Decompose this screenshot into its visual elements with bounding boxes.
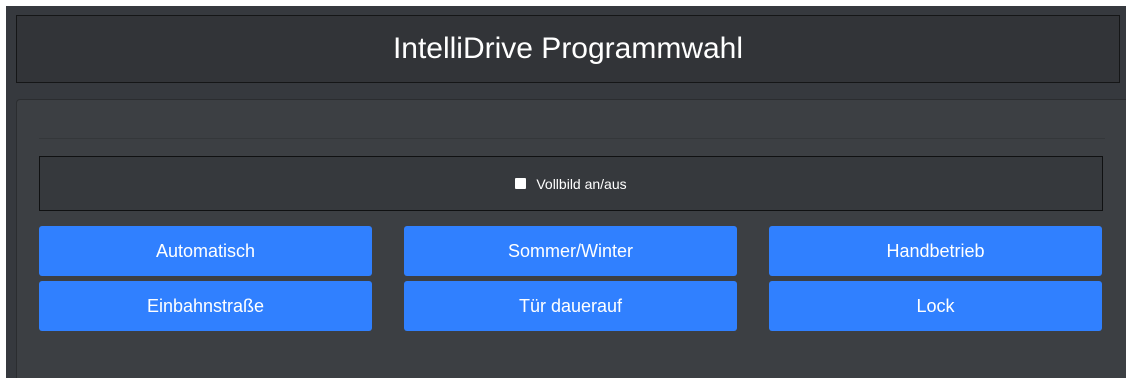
one-way-button[interactable]: Einbahnstraße [39, 281, 372, 331]
program-panel: Vollbild an/aus Automatisch Sommer/Winte… [16, 99, 1126, 378]
fullscreen-label: Vollbild an/aus [536, 175, 627, 192]
manual-mode-button[interactable]: Handbetrieb [769, 226, 1102, 276]
automatic-button[interactable]: Automatisch [39, 226, 372, 276]
fullscreen-toggle[interactable]: Vollbild an/aus [39, 156, 1103, 211]
lock-button[interactable]: Lock [769, 281, 1102, 331]
summer-winter-button[interactable]: Sommer/Winter [404, 226, 737, 276]
fullscreen-checkbox[interactable] [515, 178, 527, 189]
panel-divider [39, 138, 1105, 139]
page-title-bar: IntelliDrive Programmwahl [16, 15, 1120, 83]
page-title: IntelliDrive Programmwahl [392, 32, 744, 65]
door-permanently-open-button[interactable]: Tür dauerauf [404, 281, 737, 331]
app-window: IntelliDrive Programmwahl Vollbild an/au… [6, 6, 1126, 378]
